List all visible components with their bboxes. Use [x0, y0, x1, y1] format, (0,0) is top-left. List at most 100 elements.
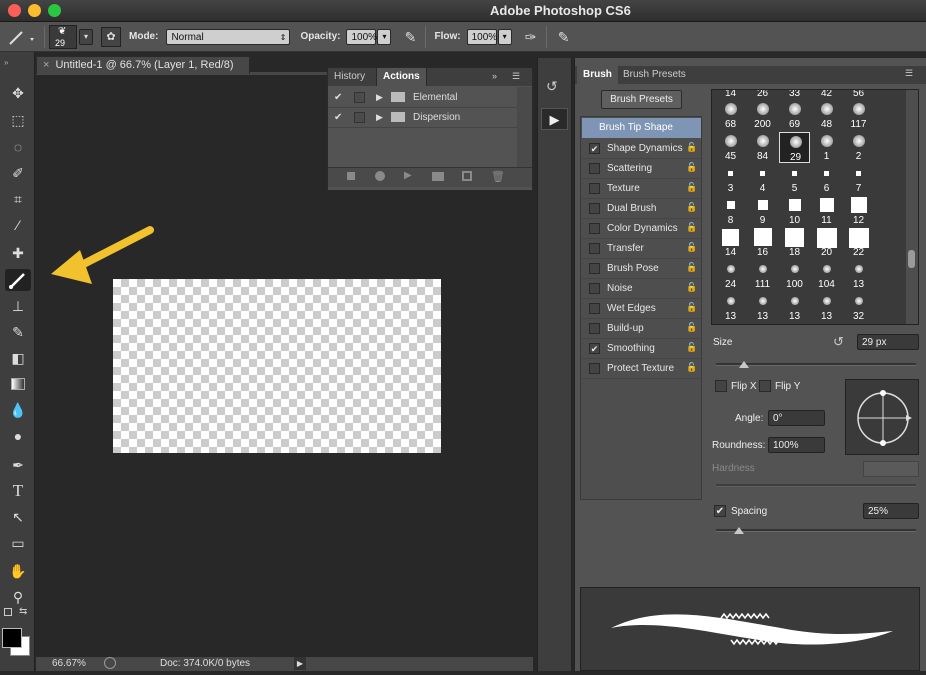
- scrollbar[interactable]: [517, 87, 532, 167]
- brush-tip[interactable]: 22: [843, 228, 874, 259]
- zoom-tool-icon[interactable]: ⚲: [5, 586, 31, 608]
- document-canvas[interactable]: [113, 279, 441, 453]
- brush-category-item[interactable]: Wet Edges 🔓: [582, 299, 701, 319]
- airbrush-icon[interactable]: ✑: [520, 26, 542, 48]
- brush-tip[interactable]: 3: [715, 164, 746, 195]
- brush-tip[interactable]: 56: [843, 90, 874, 100]
- brush-tip[interactable]: 45: [715, 132, 746, 163]
- lock-icon[interactable]: 🔓: [686, 262, 697, 273]
- play-icon[interactable]: ▶: [404, 170, 412, 181]
- swap-colors-icon[interactable]: ⇆: [19, 606, 27, 617]
- category-checkbox[interactable]: [589, 243, 600, 254]
- brush-category-item[interactable]: ✔ Smoothing 🔓: [582, 339, 701, 359]
- flip-y-checkbox[interactable]: [759, 380, 771, 392]
- category-checkbox[interactable]: [589, 323, 600, 334]
- lock-icon[interactable]: 🔓: [686, 182, 697, 193]
- brush-category-item[interactable]: Protect Texture 🔓: [582, 359, 701, 379]
- healing-brush-tool-icon[interactable]: ✚: [5, 242, 31, 264]
- brush-tip[interactable]: 10: [779, 196, 810, 227]
- brush-tip[interactable]: 1: [811, 132, 842, 163]
- brush-tip[interactable]: 5: [779, 164, 810, 195]
- flip-x-checkbox[interactable]: [715, 380, 727, 392]
- history-brush-tool-icon[interactable]: ✎: [5, 321, 31, 343]
- mode-select[interactable]: Normal ⇕: [166, 28, 291, 45]
- brush-tip[interactable]: 104: [811, 260, 842, 291]
- lock-icon[interactable]: 🔓: [686, 162, 697, 173]
- spacing-slider-track[interactable]: [716, 529, 916, 532]
- brush-category-item[interactable]: ✔ Shape Dynamics 🔓: [582, 139, 701, 159]
- marquee-tool-icon[interactable]: ⬚: [5, 109, 31, 131]
- brush-tip[interactable]: 111: [747, 260, 778, 291]
- default-colors-icon[interactable]: [4, 608, 12, 616]
- category-checkbox[interactable]: ✔: [589, 143, 600, 154]
- record-icon[interactable]: [375, 171, 385, 181]
- opacity-field[interactable]: 100%: [346, 28, 377, 45]
- toggle-check-icon[interactable]: ✔: [334, 92, 342, 103]
- dodge-tool-icon[interactable]: ●: [5, 425, 31, 447]
- pen-tool-icon[interactable]: ✒: [5, 454, 31, 476]
- list-item[interactable]: ✔ ▶ Elemental: [328, 88, 517, 108]
- eyedropper-tool-icon[interactable]: ⁄: [5, 214, 31, 236]
- spacing-field[interactable]: 25%: [863, 503, 919, 519]
- category-checkbox[interactable]: [589, 303, 600, 314]
- brush-tip[interactable]: 2: [843, 132, 874, 163]
- rectangle-tool-icon[interactable]: ▭: [5, 532, 31, 554]
- brush-tip[interactable]: 14: [715, 90, 746, 100]
- pressure-size-icon[interactable]: ✎: [553, 26, 575, 48]
- path-select-tool-icon[interactable]: ↖: [5, 506, 31, 528]
- list-item[interactable]: ✔ ▶ Dispersion: [328, 108, 517, 128]
- brush-tip[interactable]: 24: [715, 260, 746, 291]
- brush-tip[interactable]: 29: [779, 132, 810, 163]
- brush-category-item[interactable]: Scattering 🔓: [582, 159, 701, 179]
- new-set-folder-icon[interactable]: [432, 172, 444, 181]
- history-panel-icon[interactable]: ↺: [546, 78, 558, 95]
- brush-tip[interactable]: 69: [779, 100, 810, 131]
- category-checkbox[interactable]: [589, 203, 600, 214]
- brush-presets-button[interactable]: Brush Presets: [601, 90, 682, 109]
- lock-icon[interactable]: 🔓: [686, 302, 697, 313]
- brush-category-item[interactable]: Build-up 🔓: [582, 319, 701, 339]
- brush-tip[interactable]: 33: [779, 90, 810, 100]
- angle-field[interactable]: 0°: [768, 410, 825, 426]
- brush-category-item[interactable]: Texture 🔓: [582, 179, 701, 199]
- brush-category-item[interactable]: Color Dynamics 🔓: [582, 219, 701, 239]
- pressure-opacity-icon[interactable]: ✎: [399, 26, 421, 48]
- toggle-check-icon[interactable]: ✔: [334, 112, 342, 123]
- brush-tip[interactable]: 7: [843, 164, 874, 195]
- brush-category-item[interactable]: Brush Pose 🔓: [582, 259, 701, 279]
- brush-tip[interactable]: 32: [843, 292, 874, 323]
- flow-field[interactable]: 100%: [466, 28, 497, 45]
- clone-stamp-tool-icon[interactable]: ⊥: [5, 295, 31, 317]
- brush-tip[interactable]: 20: [811, 228, 842, 259]
- flow-slider-dropdown[interactable]: ▾: [497, 28, 512, 45]
- expand-arrow-icon[interactable]: ▶: [376, 112, 383, 123]
- size-slider-thumb[interactable]: [739, 361, 749, 368]
- brush-tip[interactable]: 100: [779, 260, 810, 291]
- angle-roundness-widget[interactable]: [845, 379, 919, 455]
- brush-tip[interactable]: 68: [715, 100, 746, 131]
- hand-tool-icon[interactable]: ✋: [5, 560, 31, 582]
- tab-brush[interactable]: Brush: [577, 66, 618, 84]
- tab-brush-presets[interactable]: Brush Presets: [617, 66, 692, 84]
- tab-close-icon[interactable]: ×: [43, 59, 49, 71]
- size-field[interactable]: 29 px: [857, 334, 919, 350]
- lock-icon[interactable]: 🔓: [686, 322, 697, 333]
- new-action-icon[interactable]: [462, 171, 472, 181]
- brush-tip[interactable]: 11: [811, 196, 842, 227]
- brush-tip[interactable]: 16: [747, 228, 778, 259]
- category-checkbox[interactable]: ✔: [589, 343, 600, 354]
- panel-menu-icon[interactable]: ☰: [512, 71, 520, 82]
- brush-tip[interactable]: 117: [843, 100, 874, 131]
- stop-icon[interactable]: [347, 172, 355, 180]
- collapse-icon[interactable]: »: [4, 58, 8, 67]
- brush-tip[interactable]: 12: [843, 196, 874, 227]
- lock-icon[interactable]: 🔓: [686, 282, 697, 293]
- brush-tip[interactable]: 14: [715, 228, 746, 259]
- scrollbar-thumb[interactable]: [908, 250, 915, 268]
- category-checkbox[interactable]: [589, 223, 600, 234]
- brush-category-item[interactable]: Dual Brush 🔓: [582, 199, 701, 219]
- brush-tip[interactable]: 200: [747, 100, 778, 131]
- brush-category-item[interactable]: Transfer 🔓: [582, 239, 701, 259]
- brush-tip[interactable]: 13: [779, 292, 810, 323]
- brush-tip[interactable]: 26: [747, 90, 778, 100]
